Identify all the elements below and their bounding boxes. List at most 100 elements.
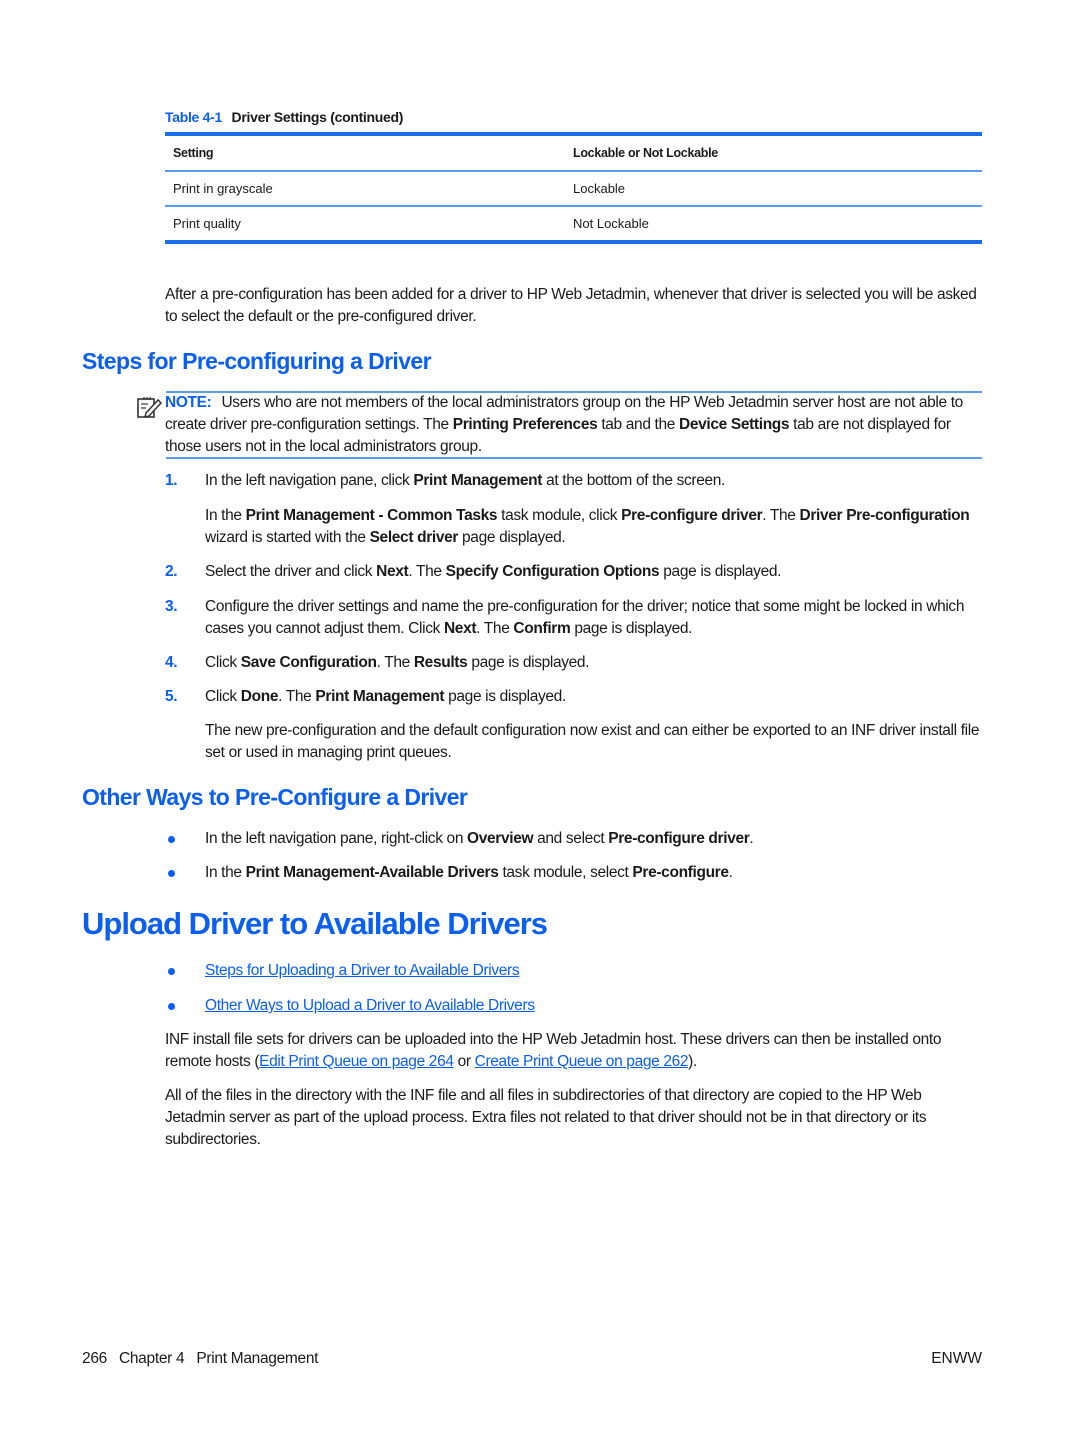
note-bottom-rule — [166, 457, 982, 459]
section-heading-upload: Upload Driver to Available Drivers — [82, 906, 548, 941]
step-text: Select the driver and click Next. The Sp… — [205, 561, 985, 583]
step-number: 2. — [165, 563, 178, 580]
step-number: 3. — [165, 598, 178, 615]
bold-term: Next — [376, 563, 409, 580]
step-subtext: In the Print Management - Common Tasks t… — [205, 505, 985, 549]
bold-term: Overview — [467, 830, 534, 847]
para-text: or — [453, 1053, 475, 1070]
bold-term: Next — [443, 620, 477, 637]
text-run: . — [749, 830, 754, 847]
text-run: . — [728, 864, 733, 881]
note-text-part: tab and the — [597, 416, 680, 433]
table-row: Print in grayscale Lockable — [165, 172, 982, 205]
step-number: 1. — [165, 472, 178, 489]
step-item: 1. In the left navigation pane, click Pri… — [165, 470, 985, 492]
footer-left: 266 Chapter 4 Print Management — [82, 1350, 330, 1368]
step-subtext: The new pre-configuration and the defaul… — [205, 720, 985, 764]
bullet-icon — [168, 870, 175, 877]
step-text: In the left navigation pane, click Print… — [205, 470, 985, 492]
list-item: In the Print Management-Available Driver… — [165, 862, 985, 884]
step-item: 3. Configure the driver settings and name… — [165, 596, 985, 640]
text-run: . The — [408, 563, 446, 580]
bold-term: Save Configuration — [240, 654, 377, 671]
step-text: Click Save Configuration. The Results pa… — [205, 652, 985, 674]
link-edit-print-queue[interactable]: Edit Print Queue on page 264 — [259, 1053, 454, 1070]
note-pencil-icon — [137, 397, 162, 419]
text-run: page is displayed. — [570, 620, 693, 637]
cell-lockable: Not Lockable — [573, 216, 649, 231]
upload-paragraph-1: INF install file sets for drivers can be… — [165, 1029, 985, 1073]
bold-term: Pre-configure driver — [608, 830, 750, 847]
step-text: Configure the driver settings and name t… — [205, 596, 985, 640]
section-heading-other-ways: Other Ways to Pre-Configure a Driver — [82, 784, 468, 810]
text-run: Select the driver and click — [205, 563, 377, 580]
table-caption: Table 4-1 Driver Settings (continued) — [165, 109, 403, 125]
note-bold-device-settings: Device Settings — [679, 416, 790, 433]
step-number: 5. — [165, 688, 178, 705]
text-run: at the bottom of the screen. — [542, 472, 725, 489]
cell-setting: Print quality — [173, 216, 241, 231]
table-title: Driver Settings (continued) — [231, 109, 404, 125]
bullet-icon — [168, 836, 175, 843]
cell-lockable: Lockable — [573, 181, 626, 196]
link-steps-uploading[interactable]: Steps for Uploading a Driver to Availabl… — [205, 962, 520, 979]
bold-term: Print Management — [315, 688, 445, 705]
text-run: and select — [533, 830, 609, 847]
list-item: Steps for Uploading a Driver to Availabl… — [165, 960, 985, 982]
table-bottom-rule — [165, 240, 982, 244]
note-bold-printing-preferences: Printing Preferences — [452, 416, 598, 433]
bullet-text: In the Print Management-Available Driver… — [205, 862, 985, 884]
list-item: In the left navigation pane, right-click… — [165, 828, 985, 850]
step-number: 4. — [165, 654, 178, 671]
chapter-title: Print Management — [196, 1350, 319, 1367]
upload-paragraph-2: All of the files in the directory with t… — [165, 1087, 927, 1148]
text-run: task module, select — [498, 864, 633, 881]
bullet-text: In the left navigation pane, right-click… — [205, 828, 985, 850]
text-run: In the — [205, 864, 246, 881]
table-row: Print quality Not Lockable — [165, 207, 982, 240]
bold-term: Pre-configure — [632, 864, 729, 881]
text-run: wizard is started with the — [205, 529, 370, 546]
chapter-label: Chapter 4 — [118, 1350, 185, 1367]
bold-term: Confirm — [513, 620, 571, 637]
step-subparagraph: The new pre-configuration and the defaul… — [165, 720, 985, 764]
text-run: Click — [205, 688, 241, 705]
step-item: 5. Click Done. The Print Management page … — [165, 686, 985, 708]
bold-term: Print Management - Common Tasks — [245, 507, 498, 524]
cell-setting: Print in grayscale — [173, 181, 273, 196]
text-run: In the left navigation pane, click — [205, 472, 414, 489]
bold-term: Results — [413, 654, 468, 671]
header-setting: Setting — [173, 146, 214, 160]
header-lockable: Lockable or Not Lockable — [573, 146, 718, 160]
text-run: Click — [205, 654, 241, 671]
footer-locale: ENWW — [931, 1350, 982, 1367]
bullet-icon — [168, 1003, 175, 1010]
text-run: page is displayed. — [444, 688, 566, 705]
bullet-icon — [168, 968, 175, 975]
bold-term: Print Management — [413, 472, 543, 489]
step-item: 4. Click Save Configuration. The Results … — [165, 652, 985, 674]
text-run: In the — [205, 507, 246, 524]
intro-paragraph: After a pre-configuration has been added… — [165, 286, 977, 325]
text-run: In the left navigation pane, right-click… — [205, 830, 468, 847]
text-run: page is displayed. — [467, 654, 590, 671]
table-header-row: Setting Lockable or Not Lockable — [165, 136, 982, 170]
link-other-ways-upload[interactable]: Other Ways to Upload a Driver to Availab… — [205, 997, 535, 1014]
note-text: NOTE: Users who are not members of the lo… — [165, 392, 985, 458]
bold-term: Pre-configure driver — [621, 507, 763, 524]
bold-term: Specify Configuration Options — [445, 563, 660, 580]
link-create-print-queue[interactable]: Create Print Queue on page 262 — [475, 1053, 689, 1070]
bold-term: Driver Pre-configuration — [799, 507, 970, 524]
text-run: task module, click — [497, 507, 622, 524]
text-run: page displayed. — [458, 529, 566, 546]
page-number: 266 — [82, 1350, 107, 1367]
text-run: page is displayed. — [659, 563, 782, 580]
driver-settings-table: Setting Lockable or Not Lockable Print i… — [165, 132, 982, 244]
text-run: . The — [762, 507, 800, 524]
para-text: ). — [688, 1053, 697, 1070]
list-item: Other Ways to Upload a Driver to Availab… — [165, 995, 985, 1017]
text-run: . The — [476, 620, 514, 637]
step-item: 2. Select the driver and click Next. The … — [165, 561, 985, 583]
text-run: The new pre-configuration and the defaul… — [205, 722, 980, 761]
step-subparagraph: In the Print Management - Common Tasks t… — [165, 505, 985, 549]
